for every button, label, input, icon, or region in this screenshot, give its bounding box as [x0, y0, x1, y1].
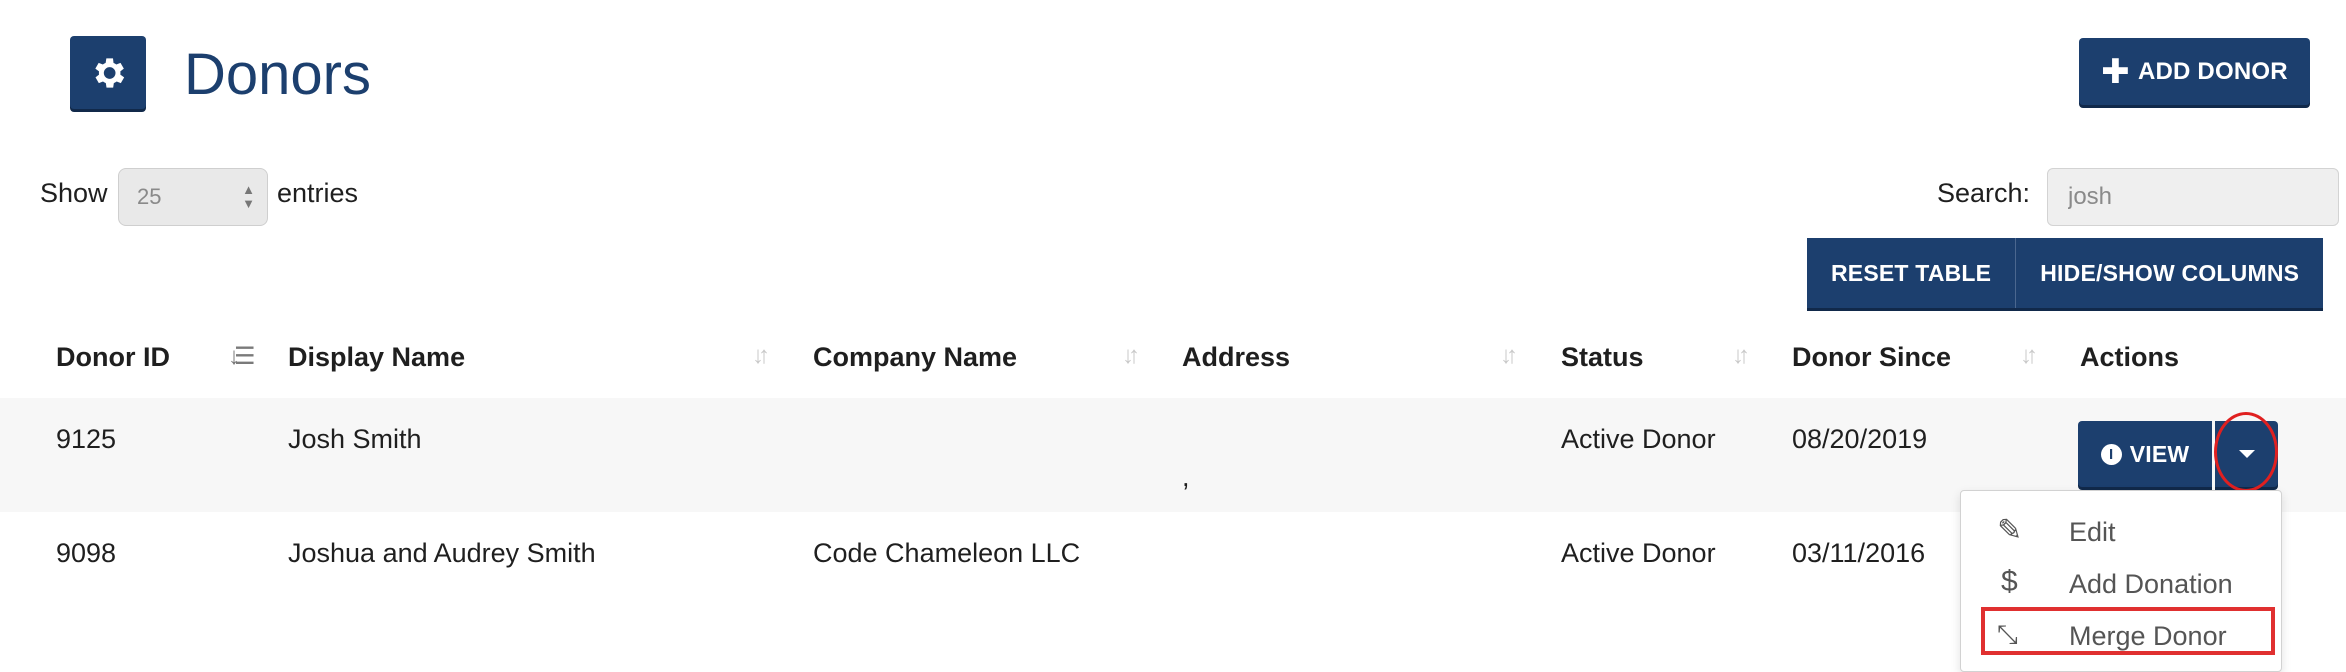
col-address[interactable]: Address	[1182, 342, 1290, 373]
menu-item-add-donation[interactable]: $ Add Donation	[1961, 557, 2281, 609]
view-button[interactable]: i VIEW	[2078, 421, 2212, 487]
search-input[interactable]	[2047, 168, 2339, 226]
col-display-name[interactable]: Display Name	[288, 342, 465, 373]
page-length-select[interactable]: 25 ▲ ▼	[118, 168, 268, 226]
highlight-circle	[2214, 412, 2278, 492]
menu-item-label: Add Donation	[2069, 569, 2233, 599]
highlight-box	[1981, 607, 2275, 655]
cell-address: ,	[1182, 462, 1190, 492]
search-label: Search:	[1937, 178, 2031, 208]
cell-donor-id: 9098	[56, 538, 117, 568]
gear-icon	[95, 57, 125, 88]
col-company-name[interactable]: Company Name	[813, 342, 1017, 373]
sort-icon[interactable]: ↓↑	[2020, 342, 2038, 370]
dollar-icon: $	[2001, 565, 2018, 598]
add-donor-button[interactable]: ✚ ADD DONOR	[2079, 38, 2310, 105]
cell-donor-id: 9125	[56, 424, 117, 454]
pencil-icon: ✎	[1997, 514, 2023, 547]
col-status[interactable]: Status	[1561, 342, 1644, 373]
sort-desc-icon[interactable]: ↓☰	[228, 342, 255, 371]
cell-status: Active Donor	[1561, 424, 1716, 454]
cell-status: Active Donor	[1561, 538, 1716, 568]
sort-icon[interactable]: ↓↑	[752, 342, 770, 370]
sort-icon[interactable]: ↓↑	[1500, 342, 1518, 370]
info-icon: i	[2100, 443, 2122, 465]
add-donor-label: ADD DONOR	[2137, 57, 2288, 85]
hide-show-columns-button[interactable]: HIDE/SHOW COLUMNS	[2016, 238, 2324, 308]
cell-donor-since: 08/20/2019	[1792, 424, 1928, 454]
entries-label: entries	[277, 178, 359, 208]
col-donor-id[interactable]: Donor ID	[56, 342, 170, 373]
page-length-value: 25	[137, 184, 162, 209]
page-title: Donors	[184, 42, 371, 107]
col-actions: Actions	[2080, 342, 2180, 372]
col-donor-since[interactable]: Donor Since	[1792, 342, 1951, 373]
cell-display-name: Joshua and Audrey Smith	[288, 538, 596, 568]
show-label: Show	[40, 178, 108, 208]
view-label: VIEW	[2129, 440, 2190, 467]
menu-item-edit[interactable]: ✎ Edit	[1961, 505, 2281, 557]
menu-item-label: Edit	[2069, 517, 2116, 547]
table-tools: RESET TABLE HIDE/SHOW COLUMNS	[1807, 238, 2324, 308]
cell-display-name: Josh Smith	[288, 424, 422, 454]
sort-icon[interactable]: ↓↑	[1732, 342, 1750, 370]
cell-donor-since: 03/11/2016	[1792, 538, 1926, 568]
settings-button[interactable]	[70, 36, 146, 109]
select-arrows-icon: ▲ ▼	[242, 182, 255, 211]
plus-icon: ✚	[2101, 52, 2130, 91]
reset-table-button[interactable]: RESET TABLE	[1807, 238, 2017, 308]
sort-icon[interactable]: ↓↑	[1122, 342, 1140, 370]
cell-company-name: Code Chameleon LLC	[813, 538, 1081, 568]
